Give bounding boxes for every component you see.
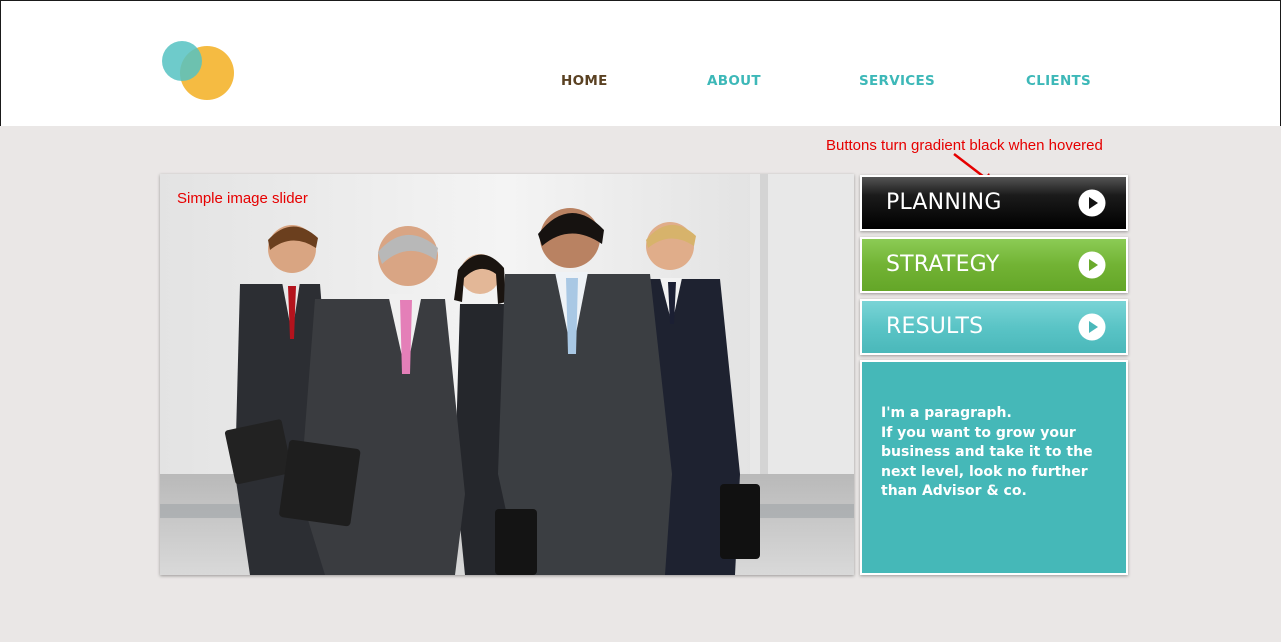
- nav-clients[interactable]: CLIENTS: [1026, 73, 1091, 89]
- strategy-label: STRATEGY: [886, 252, 1000, 277]
- info-line-1: I'm a paragraph.: [881, 405, 1012, 421]
- business-team-photo: [160, 174, 854, 575]
- nav-services[interactable]: SERVICES: [859, 73, 935, 89]
- results-button[interactable]: RESULTS: [860, 299, 1128, 355]
- info-paragraph: I'm a paragraph. If you want to grow you…: [881, 404, 1111, 502]
- site-header: HOME ABOUT SERVICES CLIENTS: [0, 0, 1281, 126]
- slider-annotation: Simple image slider: [177, 190, 308, 207]
- nav-home[interactable]: HOME: [561, 73, 608, 89]
- image-slider[interactable]: Simple image slider: [160, 174, 854, 575]
- results-label: RESULTS: [886, 314, 984, 339]
- info-box: I'm a paragraph. If you want to grow you…: [860, 360, 1128, 575]
- planning-button[interactable]: PLANNING: [860, 175, 1128, 231]
- play-icon: [1078, 189, 1106, 217]
- logo[interactable]: [161, 40, 237, 104]
- play-icon: [1078, 251, 1106, 279]
- play-icon: [1078, 313, 1106, 341]
- strategy-button[interactable]: STRATEGY: [860, 237, 1128, 293]
- info-line-2: If you want to grow your business and ta…: [881, 424, 1093, 500]
- nav-about[interactable]: ABOUT: [707, 73, 761, 89]
- planning-label: PLANNING: [886, 190, 1002, 215]
